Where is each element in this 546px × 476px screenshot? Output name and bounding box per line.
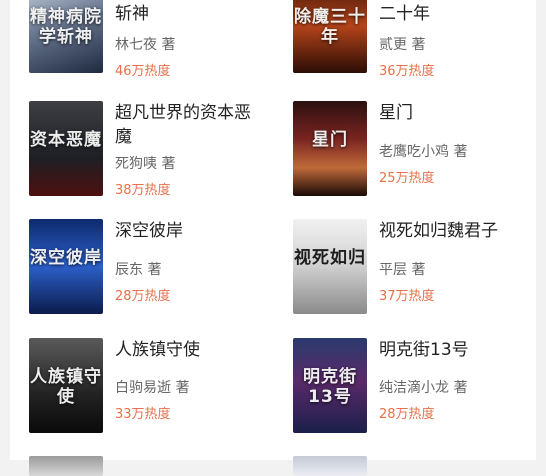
book-author: 平层 著 — [379, 259, 425, 279]
book-heat: 25万热度 — [379, 171, 435, 186]
book-cover[interactable]: 精神病院学斩神 — [29, 0, 103, 73]
book-item[interactable]: 深空彼岸 深空彼岸 辰东 著 28万热度 — [29, 219, 269, 319]
author-name: 死狗咦 — [115, 156, 157, 172]
author-suffix: 著 — [453, 380, 468, 396]
book-title[interactable]: …我在精神病院学斩神 — [115, 0, 265, 26]
book-title[interactable]: 人族镇守使 — [115, 338, 265, 362]
book-author: 死狗咦 著 — [115, 153, 175, 173]
cover-title: 资本恶魔 — [30, 129, 102, 150]
book-heat: 28万热度 — [115, 289, 171, 304]
book-author: 林七夜 著 — [115, 34, 175, 54]
book-heat: 33万热度 — [115, 407, 171, 422]
book-title[interactable]: 星门 — [379, 101, 529, 125]
cover-title: 深空彼岸 — [30, 247, 102, 268]
book-cover[interactable]: 除魔三十年 — [293, 0, 367, 73]
book-cover[interactable]: 资本恶魔 — [29, 101, 103, 196]
book-cover[interactable]: 视死如归 — [293, 219, 367, 314]
book-cover[interactable]: 深空彼岸 — [29, 219, 103, 314]
cover-title: 精神病院学斩神 — [30, 6, 102, 47]
book-cover[interactable]: 星门 — [293, 101, 367, 196]
book-author: 老鹰吃小鸡 著 — [379, 141, 467, 161]
book-author: 辰东 著 — [115, 259, 161, 279]
book-cover[interactable]: 明克街13号 — [293, 338, 367, 433]
book-title[interactable]: …我在镇妖司苟到二十年 — [379, 0, 529, 26]
author-name: 白驹易逝 — [115, 380, 171, 396]
cover-title: 星门 — [312, 129, 348, 150]
book-title[interactable]: 深空彼岸 — [115, 219, 265, 243]
book-heat: 38万热度 — [115, 183, 171, 198]
author-name: 老鹰吃小鸡 — [379, 144, 449, 160]
book-item[interactable]: 资本恶魔 超凡世界的资本恶魔 死狗咦 著 38万热度 — [29, 101, 269, 201]
book-item[interactable]: 除魔三十年 …我在镇妖司苟到二十年 贰更 著 36万热度 — [293, 0, 533, 79]
book-ranking-panel: 精神病院学斩神 …我在精神病院学斩神 林七夜 著 46万热度 除魔三十年 …我在… — [10, 0, 536, 476]
book-cover[interactable]: 人族镇守使 — [29, 338, 103, 433]
author-suffix: 著 — [161, 156, 176, 172]
book-item[interactable]: 精神病院学斩神 …我在精神病院学斩神 林七夜 著 46万热度 — [29, 0, 269, 79]
book-heat: 36万热度 — [379, 64, 435, 79]
book-author: 贰更 著 — [379, 34, 425, 54]
book-title[interactable]: 视死如归魏君子 — [379, 219, 529, 243]
book-item[interactable]: 人族镇守使 人族镇守使 白驹易逝 著 33万热度 — [29, 338, 269, 438]
book-cover[interactable] — [29, 456, 103, 476]
author-suffix: 著 — [161, 37, 176, 53]
book-item[interactable]: 星门 星门 老鹰吃小鸡 著 25万热度 — [293, 101, 533, 201]
book-heat: 37万热度 — [379, 289, 435, 304]
author-suffix: 著 — [453, 144, 468, 160]
author-name: 贰更 — [379, 37, 407, 53]
cover-title: 视死如归 — [294, 247, 366, 268]
author-suffix: 著 — [175, 380, 190, 396]
author-name: 平层 — [379, 262, 407, 278]
book-heat: 46万热度 — [115, 64, 171, 79]
author-name: 纯洁滴小龙 — [379, 380, 449, 396]
cover-title: 人族镇守使 — [30, 366, 102, 407]
book-author: 纯洁滴小龙 著 — [379, 377, 467, 397]
author-name: 辰东 — [115, 262, 143, 278]
cover-title: 除魔三十年 — [294, 6, 366, 47]
book-author: 白驹易逝 著 — [115, 377, 189, 397]
book-item[interactable]: 视死如归 视死如归魏君子 平层 著 37万热度 — [293, 219, 533, 319]
book-title[interactable]: 明克街13号 — [379, 338, 529, 362]
cover-title: 明克街13号 — [303, 366, 357, 407]
book-item[interactable]: 明克街13号 明克街13号 纯洁滴小龙 著 28万热度 — [293, 338, 533, 438]
book-title[interactable]: 超凡世界的资本恶魔 — [115, 101, 265, 149]
author-suffix: 著 — [411, 37, 426, 53]
author-suffix: 著 — [147, 262, 162, 278]
book-heat: 28万热度 — [379, 407, 435, 422]
author-name: 林七夜 — [115, 37, 157, 53]
author-suffix: 著 — [411, 262, 426, 278]
book-cover[interactable] — [293, 456, 367, 476]
